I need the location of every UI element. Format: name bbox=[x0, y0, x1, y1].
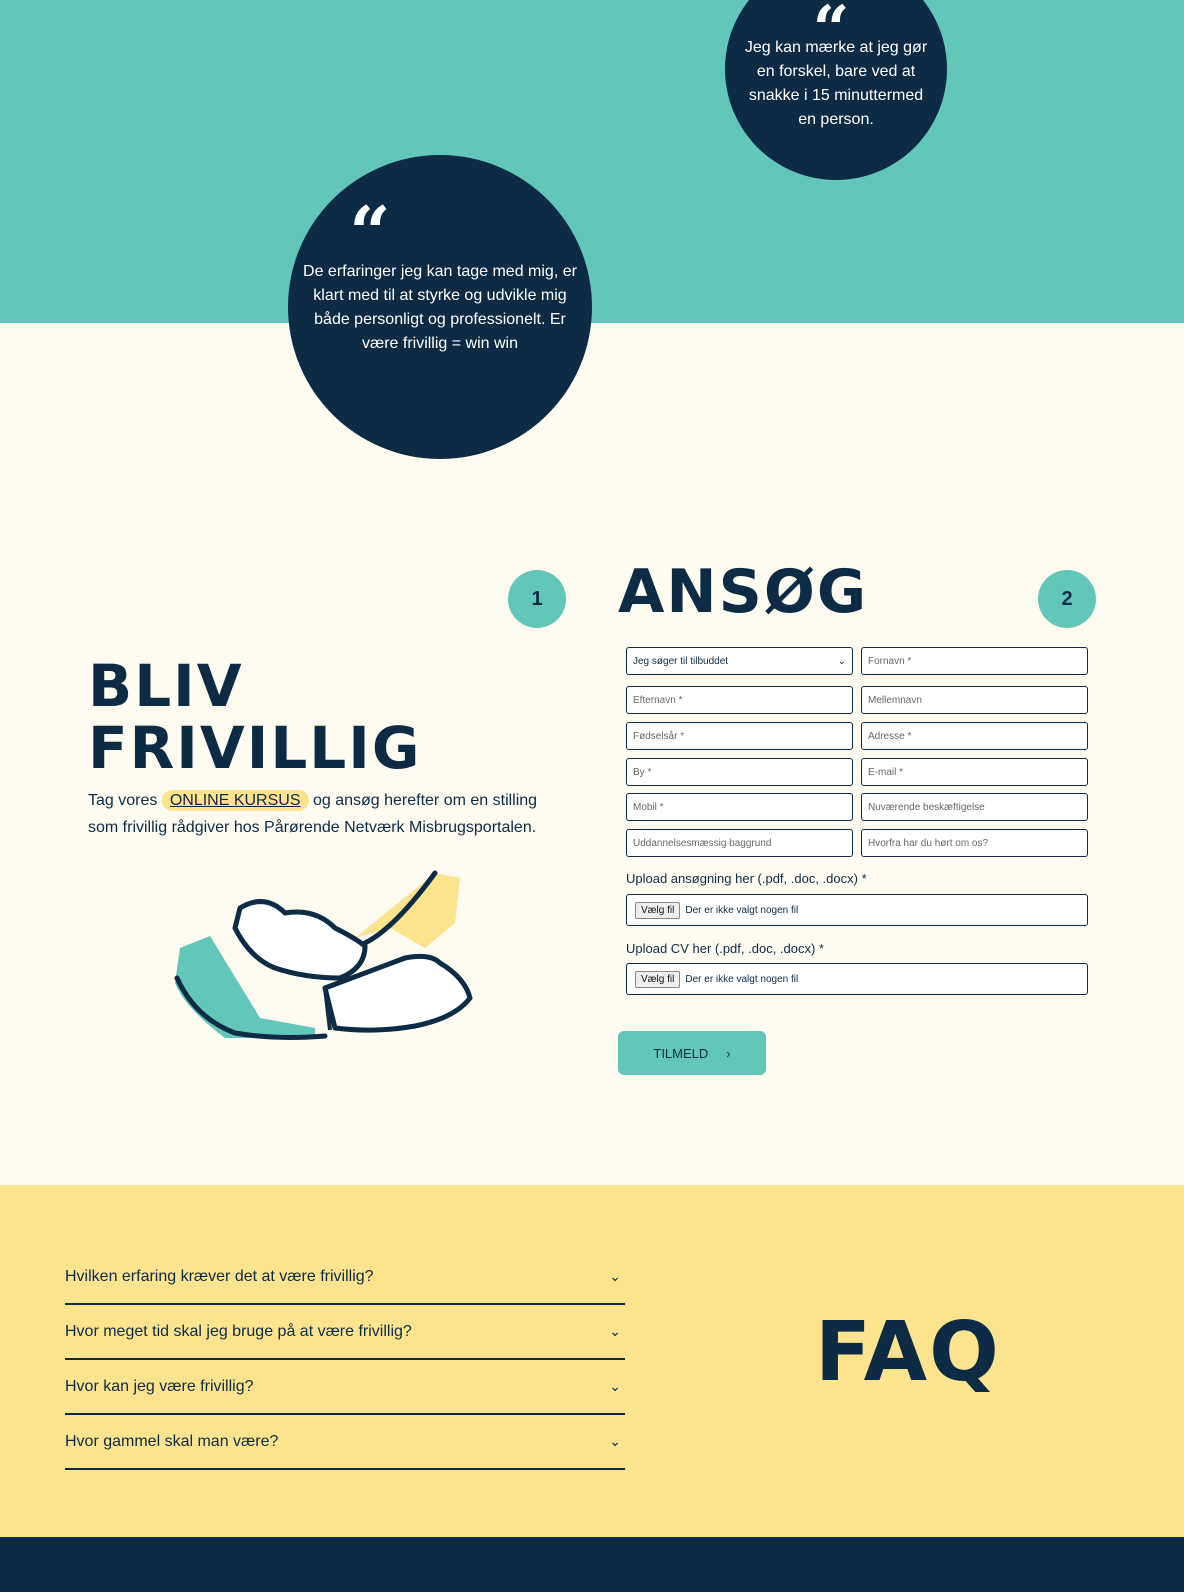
submit-label: TILMELD bbox=[653, 1045, 709, 1061]
faq-item[interactable]: Hvor kan jeg være frivillig? ⌄ bbox=[65, 1360, 625, 1415]
step-number-1: 1 bbox=[508, 570, 566, 628]
faq-question: Hvor meget tid skal jeg bruge på at være… bbox=[65, 1322, 412, 1340]
education-field[interactable]: Uddannelsesmæssig baggrund bbox=[626, 829, 853, 857]
submit-button[interactable]: TILMELD › bbox=[618, 1031, 766, 1075]
upload-cv-label: Upload CV her (.pdf, .doc, .docx) * bbox=[626, 941, 824, 956]
faq-item[interactable]: Hvor meget tid skal jeg bruge på at være… bbox=[65, 1305, 625, 1360]
no-file-text: Der er ikke valgt nogen fil bbox=[685, 904, 799, 916]
footer bbox=[0, 1537, 1184, 1592]
occupation-field[interactable]: Nuværende beskæftigelse bbox=[861, 793, 1088, 821]
upload-application-label: Upload ansøgning her (.pdf, .doc, .docx)… bbox=[626, 871, 867, 886]
form-title: ANSØG bbox=[618, 557, 869, 627]
city-field[interactable]: By * bbox=[626, 758, 853, 786]
chevron-down-icon: ⌄ bbox=[837, 655, 846, 667]
email-field[interactable]: E-mail * bbox=[861, 758, 1088, 786]
title-line: BLIV bbox=[88, 652, 244, 720]
faq-heading: FAQ bbox=[815, 1305, 1001, 1400]
intro-before: Tag vores bbox=[88, 792, 162, 809]
faq-question: Hvilken erfaring kræver det at være friv… bbox=[65, 1267, 374, 1285]
handshake-illustration bbox=[174, 870, 473, 1040]
quote-mark-icon: “ bbox=[349, 190, 391, 275]
offer-select[interactable]: Jeg søger til tilbuddet ⌄ bbox=[626, 647, 853, 675]
middle-name-field[interactable]: Mellemnavn bbox=[861, 686, 1088, 714]
quote-bubble: “ De erfaringer jeg kan tage med mig, er… bbox=[288, 155, 592, 459]
testimonial-section bbox=[0, 0, 1184, 323]
choose-file-button[interactable]: Vælg fil bbox=[635, 970, 681, 988]
title-line: FRIVILLIG bbox=[88, 714, 422, 782]
intro-text: Tag vores ONLINE KURSUS og ansøg herefte… bbox=[88, 787, 568, 841]
chevron-down-icon: ⌄ bbox=[609, 1268, 621, 1284]
upload-application-input[interactable]: Vælg fil Der er ikke valgt nogen fil bbox=[626, 894, 1088, 926]
quote-text: Jeg kan mærke at jeg gør en forskel, bar… bbox=[744, 39, 928, 128]
faq-question: Hvor kan jeg være frivillig? bbox=[65, 1377, 254, 1395]
chevron-right-icon: › bbox=[726, 1045, 731, 1061]
upload-cv-input[interactable]: Vælg fil Der er ikke valgt nogen fil bbox=[626, 963, 1088, 995]
faq-item[interactable]: Hvor gammel skal man være? ⌄ bbox=[65, 1415, 625, 1470]
faq-item[interactable]: Hvilken erfaring kræver det at være friv… bbox=[65, 1250, 625, 1305]
select-value: Jeg søger til tilbuddet bbox=[633, 655, 729, 667]
choose-file-button[interactable]: Vælg fil bbox=[635, 901, 681, 919]
last-name-field[interactable]: Efternavn * bbox=[626, 686, 853, 714]
quote-text: De erfaringer jeg kan tage med mig, er k… bbox=[303, 263, 577, 352]
chevron-down-icon: ⌄ bbox=[609, 1378, 621, 1394]
chevron-down-icon: ⌄ bbox=[609, 1323, 621, 1339]
mobile-field[interactable]: Mobil * bbox=[626, 793, 853, 821]
step-number-2: 2 bbox=[1038, 570, 1096, 628]
first-name-field[interactable]: Fornavn * bbox=[861, 647, 1088, 675]
birth-year-field[interactable]: Fødselsår * bbox=[626, 722, 853, 750]
no-file-text: Der er ikke valgt nogen fil bbox=[685, 973, 799, 985]
page-title: BLIV FRIVILLIG bbox=[88, 655, 421, 779]
address-field[interactable]: Adresse * bbox=[861, 722, 1088, 750]
chevron-down-icon: ⌄ bbox=[609, 1433, 621, 1449]
faq-question: Hvor gammel skal man være? bbox=[65, 1432, 279, 1450]
online-course-link[interactable]: ONLINE KURSUS bbox=[161, 790, 309, 811]
referral-field[interactable]: Hvorfra har du hørt om os? bbox=[861, 829, 1088, 857]
